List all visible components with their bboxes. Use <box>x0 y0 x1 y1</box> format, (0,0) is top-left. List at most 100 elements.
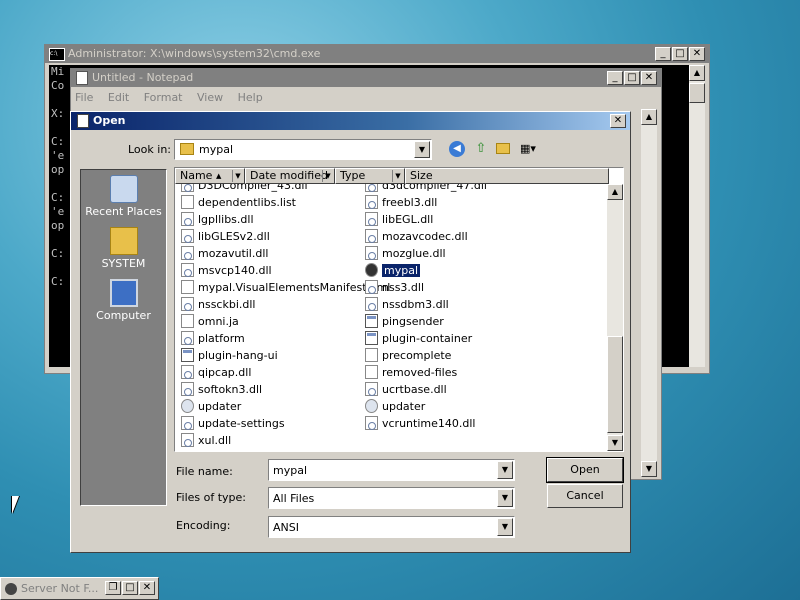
file-item[interactable]: nssckbi.dll <box>181 297 255 313</box>
scroll-up-icon[interactable]: ▲ <box>689 65 705 81</box>
file-item[interactable]: softokn3.dll <box>181 382 262 398</box>
scroll-down-icon[interactable]: ▼ <box>641 461 657 477</box>
scroll-thumb[interactable] <box>689 83 705 103</box>
file-item[interactable]: mozglue.dll <box>365 246 446 262</box>
column-date-modified[interactable]: Date modified ▼ <box>245 168 335 184</box>
column-type[interactable]: Type ▼ <box>335 168 405 184</box>
console-scrollbar[interactable]: ▲ <box>689 65 705 367</box>
file-item[interactable]: platform <box>181 331 245 347</box>
column-size[interactable]: Size <box>405 168 609 184</box>
menu-format[interactable]: Format <box>144 91 183 104</box>
chevron-down-icon[interactable]: ▼ <box>497 461 513 479</box>
file-file-icon <box>365 365 378 379</box>
file-name: mozavcodec.dll <box>382 230 468 243</box>
file-item[interactable]: nssdbm3.dll <box>365 297 449 313</box>
chevron-down-icon[interactable]: ▼ <box>414 141 430 158</box>
file-item[interactable]: updater <box>365 399 425 415</box>
look-in-combo[interactable]: mypal ▼ <box>174 139 432 160</box>
file-item[interactable]: precomplete <box>365 348 451 364</box>
new-folder-icon[interactable] <box>496 143 510 154</box>
file-item[interactable]: msvcp140.dll <box>181 263 272 279</box>
chevron-down-icon[interactable]: ▼ <box>232 170 243 182</box>
chevron-down-icon[interactable]: ▼ <box>497 489 513 507</box>
open-button[interactable]: Open <box>546 457 624 483</box>
file-list-scrollbar[interactable]: ▲ ▼ <box>607 184 623 451</box>
chevron-down-icon[interactable]: ▼ <box>322 170 333 182</box>
file-name-value: mypal <box>273 464 308 477</box>
encoding-select[interactable]: ANSI ▼ <box>268 516 515 538</box>
file-name: mozglue.dll <box>382 247 446 260</box>
file-item[interactable]: libEGL.dll <box>365 212 433 228</box>
file-item[interactable]: nss3.dll <box>365 280 424 296</box>
folder-icon <box>180 143 194 155</box>
close-button[interactable]: ✕ <box>139 581 155 595</box>
file-item[interactable]: qipcap.dll <box>181 365 251 381</box>
close-button[interactable]: ✕ <box>689 47 705 61</box>
notepad-titlebar[interactable]: Untitled - Notepad _ □ ✕ <box>71 69 661 87</box>
place-recent[interactable]: Recent Places <box>81 175 166 218</box>
file-item[interactable]: removed-files <box>365 365 457 381</box>
file-type-select[interactable]: All Files ▼ <box>268 487 515 509</box>
maximize-button[interactable]: □ <box>672 47 688 61</box>
file-item[interactable]: mozavcodec.dll <box>365 229 468 245</box>
menu-view[interactable]: View <box>197 91 223 104</box>
chevron-down-icon[interactable]: ▼ <box>392 170 403 182</box>
scroll-down-icon[interactable]: ▼ <box>607 435 623 451</box>
file-item[interactable]: dependentlibs.list <box>181 195 296 211</box>
file-item[interactable]: mozavutil.dll <box>181 246 268 262</box>
file-item[interactable]: pingsender <box>365 314 444 330</box>
exe-file-icon <box>181 348 194 362</box>
file-name: omni.ja <box>198 315 239 328</box>
file-item[interactable]: d3dcompiler_47.dll <box>365 184 487 194</box>
file-item[interactable]: D3DCompiler_43.dll <box>181 184 308 194</box>
file-item[interactable]: freebl3.dll <box>365 195 437 211</box>
taskbar-item[interactable]: Server Not F... ❐ □ ✕ <box>0 577 159 600</box>
encoding-value: ANSI <box>273 521 299 534</box>
file-item[interactable]: mypal <box>365 263 421 279</box>
close-button[interactable]: ✕ <box>641 71 657 85</box>
restore-button[interactable]: ❐ <box>105 581 121 595</box>
scroll-thumb[interactable] <box>607 336 623 433</box>
file-item[interactable]: plugin-hang-ui <box>181 348 278 364</box>
dll-file-icon <box>181 433 194 447</box>
menu-help[interactable]: Help <box>238 91 263 104</box>
file-item[interactable]: libGLESv2.dll <box>181 229 270 245</box>
cmd-titlebar[interactable]: c:\ Administrator: X:\windows\system32\cm… <box>45 45 709 63</box>
view-menu-icon[interactable]: ▦▾ <box>520 141 542 157</box>
open-dialog[interactable]: Open ✕ Look in: mypal ▼ ◀ ⇧ ▦▾ Recent Pl… <box>70 111 631 553</box>
file-item[interactable]: lgpllibs.dll <box>181 212 254 228</box>
file-name-input[interactable]: mypal ▼ <box>268 459 515 481</box>
place-computer[interactable]: Computer <box>81 279 166 322</box>
close-button[interactable]: ✕ <box>610 114 626 128</box>
file-list[interactable]: Name ▲ ▼ Date modified ▼ Type ▼ Size D3DCom… <box>174 167 624 452</box>
file-item[interactable]: mypal.VisualElementsManifest.xml <box>181 280 390 296</box>
dialog-icon <box>77 114 89 128</box>
cmd-title: Administrator: X:\windows\system32\cmd.e… <box>68 47 321 60</box>
file-item[interactable]: updater <box>181 399 241 415</box>
scroll-up-icon[interactable]: ▲ <box>641 109 657 125</box>
up-folder-icon[interactable]: ⇧ <box>473 141 489 157</box>
cancel-button[interactable]: Cancel <box>547 484 623 508</box>
chevron-down-icon[interactable]: ▼ <box>497 518 513 536</box>
place-system[interactable]: SYSTEM <box>81 227 166 270</box>
file-name: libEGL.dll <box>382 213 434 226</box>
file-item[interactable]: xul.dll <box>181 433 231 449</box>
minimize-button[interactable]: _ <box>607 71 623 85</box>
file-item[interactable]: ucrtbase.dll <box>365 382 447 398</box>
updater-file-icon <box>365 399 378 413</box>
open-dialog-titlebar[interactable]: Open ✕ <box>71 112 630 130</box>
scroll-up-icon[interactable]: ▲ <box>607 184 623 200</box>
maximize-button[interactable]: □ <box>122 581 138 595</box>
maximize-button[interactable]: □ <box>624 71 640 85</box>
menu-file[interactable]: File <box>75 91 93 104</box>
menu-edit[interactable]: Edit <box>108 91 129 104</box>
notepad-scrollbar[interactable]: ▲ ▼ <box>641 109 657 477</box>
minimize-button[interactable]: _ <box>655 47 671 61</box>
back-icon[interactable]: ◀ <box>449 141 465 157</box>
dll-file-icon <box>365 416 378 430</box>
file-item[interactable]: update-settings <box>181 416 285 432</box>
file-item[interactable]: vcruntime140.dll <box>365 416 475 432</box>
column-name[interactable]: Name ▲ ▼ <box>175 168 245 184</box>
file-item[interactable]: omni.ja <box>181 314 239 330</box>
file-item[interactable]: plugin-container <box>365 331 472 347</box>
